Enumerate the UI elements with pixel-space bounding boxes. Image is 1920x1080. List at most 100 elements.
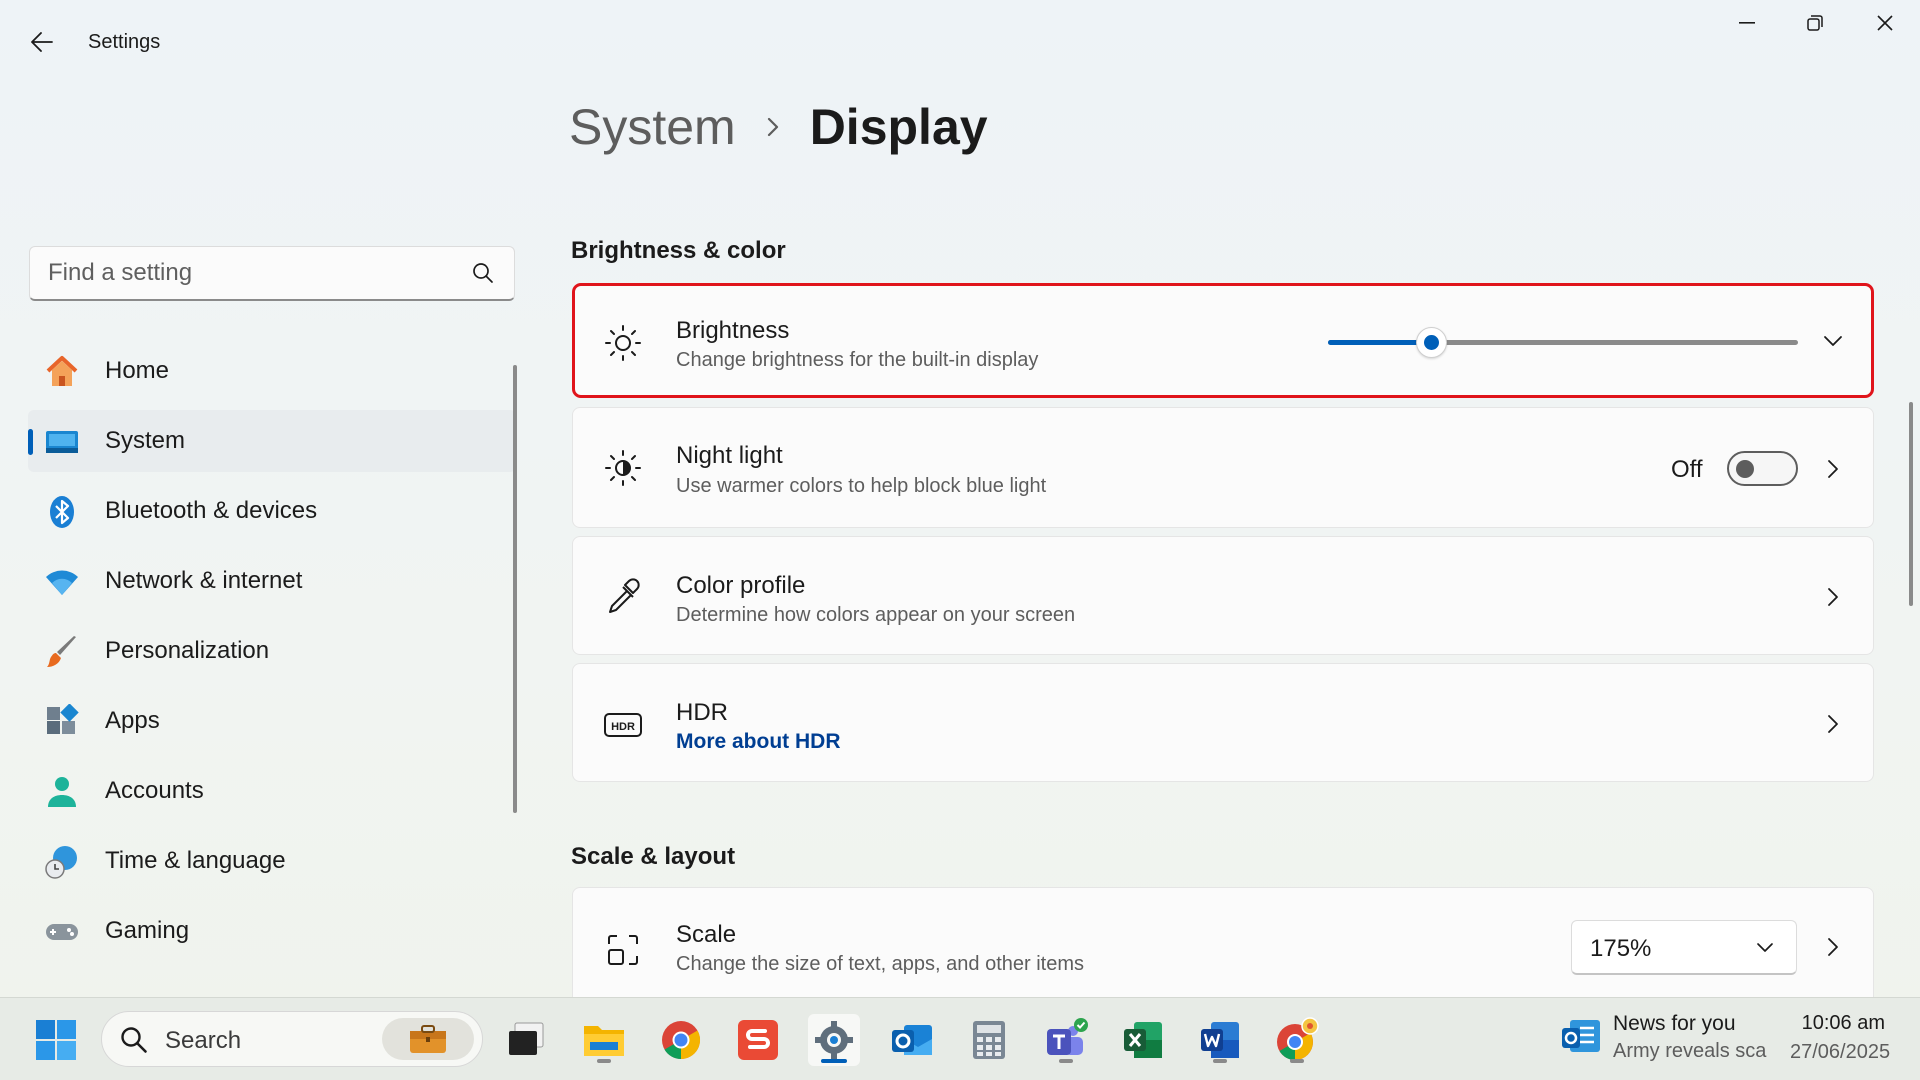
excel-button[interactable] <box>1117 1014 1169 1066</box>
file-explorer-button[interactable] <box>578 1014 630 1066</box>
minimize-button[interactable] <box>1724 10 1770 36</box>
sidebar-item-label: Personalization <box>105 637 270 664</box>
wps-button[interactable] <box>732 1014 784 1066</box>
night-light-icon <box>605 450 641 486</box>
settings-button[interactable] <box>808 1014 860 1066</box>
svg-text:HDR: HDR <box>611 721 635 733</box>
bluetooth-icon <box>50 496 74 528</box>
outlook-icon <box>892 1025 932 1055</box>
scale-dropdown[interactable]: 175% <box>1571 920 1797 975</box>
controller-icon <box>46 924 78 940</box>
news-icon <box>1562 1020 1600 1052</box>
sidebar-item-label: Gaming <box>105 917 190 944</box>
sidebar-item-accounts[interactable]: Accounts <box>28 760 516 822</box>
minimize-icon <box>1739 22 1755 24</box>
clock-date: 27/06/2025 <box>1790 1041 1891 1063</box>
color-profile-subtitle: Determine how colors appear on your scre… <box>676 604 1076 626</box>
section-heading-scale-layout: Scale & layout <box>571 843 736 870</box>
sidebar-nav: Home System Bluetooth & devices Network … <box>28 340 516 970</box>
scale-card[interactable]: Scale Change the size of text, apps, and… <box>572 887 1874 1007</box>
sidebar-item-label: System <box>105 427 186 454</box>
hdr-card[interactable]: HDR HDR More about HDR <box>572 663 1874 782</box>
more-about-hdr-link[interactable]: More about HDR <box>676 730 841 754</box>
chevron-right-icon[interactable] <box>1823 459 1843 479</box>
brightness-slider-thumb[interactable] <box>1416 327 1448 358</box>
back-arrow-icon <box>31 32 53 52</box>
sidebar-scrollbar[interactable] <box>513 365 517 813</box>
night-light-subtitle: Use warmer colors to help block blue lig… <box>676 475 1047 497</box>
night-light-card[interactable]: Night light Use warmer colors to help bl… <box>572 407 1874 528</box>
outlook-button[interactable] <box>886 1014 938 1066</box>
brightness-slider[interactable] <box>1328 327 1798 358</box>
taskbar: Search News for you Army reveals sca 10:… <box>0 997 1920 1080</box>
clock[interactable]: 10:06 am 27/06/2025 <box>1790 1012 1891 1064</box>
brightness-subtitle: Change brightness for the built-in displ… <box>676 349 1039 371</box>
restore-button[interactable] <box>1792 10 1838 36</box>
hdr-title: HDR <box>676 699 728 726</box>
sidebar-item-label: Network & internet <box>105 567 303 594</box>
app-title: Settings <box>88 31 161 53</box>
breadcrumb: System Display <box>569 98 988 156</box>
chevron-right-icon <box>766 116 780 138</box>
scale-subtitle: Change the size of text, apps, and other… <box>676 953 1085 975</box>
breadcrumb-parent[interactable]: System <box>569 98 736 156</box>
search-icon <box>121 1027 147 1053</box>
teams-icon <box>1047 1018 1088 1055</box>
globe-clock-icon <box>45 846 77 879</box>
close-icon <box>1877 15 1893 31</box>
sidebar-item-home[interactable]: Home <box>28 340 516 402</box>
sidebar-item-apps[interactable]: Apps <box>28 690 516 752</box>
teams-button[interactable] <box>1040 1014 1092 1066</box>
brush-icon <box>47 636 76 667</box>
chrome-profile-button[interactable] <box>1271 1014 1323 1066</box>
back-button[interactable] <box>24 24 60 60</box>
night-light-toggle[interactable] <box>1727 451 1798 486</box>
start-button[interactable] <box>30 1014 82 1066</box>
sidebar-item-label: Time & language <box>105 847 286 874</box>
windows-logo-icon <box>36 1020 76 1060</box>
chevron-right-icon[interactable] <box>1823 587 1843 607</box>
chrome-button[interactable] <box>655 1014 707 1066</box>
chrome-profile-icon <box>1277 1017 1319 1060</box>
person-icon <box>48 777 76 807</box>
sidebar-item-label: Apps <box>105 707 160 734</box>
eyedropper-icon <box>609 578 640 613</box>
chevron-down-icon[interactable] <box>1823 331 1843 351</box>
night-light-title: Night light <box>676 442 783 469</box>
system-icon <box>46 431 78 453</box>
sidebar-item-bluetooth[interactable]: Bluetooth & devices <box>28 480 516 542</box>
sidebar-item-system[interactable]: System <box>28 410 516 472</box>
main-scrollbar[interactable] <box>1909 402 1913 606</box>
sidebar-item-label: Home <box>105 357 170 384</box>
task-view-button[interactable] <box>500 1014 552 1066</box>
chevron-right-icon[interactable] <box>1823 714 1843 734</box>
search-icon[interactable] <box>472 262 494 284</box>
color-profile-card[interactable]: Color profile Determine how colors appea… <box>572 536 1874 655</box>
page-title: Display <box>809 99 988 155</box>
find-setting-input[interactable] <box>30 247 460 299</box>
word-icon <box>1201 1022 1239 1058</box>
find-setting-box[interactable] <box>29 246 515 301</box>
chevron-down-icon <box>1757 943 1773 952</box>
task-view-icon <box>509 1022 544 1055</box>
chevron-right-icon[interactable] <box>1823 937 1843 957</box>
sidebar-item-label: Accounts <box>105 777 204 804</box>
sidebar-item-personalization[interactable]: Personalization <box>28 620 516 682</box>
settings-icon <box>815 1021 853 1059</box>
news-title: News for you <box>1613 1012 1736 1035</box>
sidebar-item-time-language[interactable]: Time & language <box>28 830 516 892</box>
taskbar-search[interactable]: Search <box>101 1011 483 1067</box>
night-light-state: Off <box>1671 456 1703 483</box>
wifi-icon <box>46 570 78 595</box>
apps-icon <box>47 704 79 734</box>
home-icon <box>46 356 78 386</box>
word-button[interactable] <box>1194 1014 1246 1066</box>
sidebar-item-gaming[interactable]: Gaming <box>28 900 516 962</box>
sidebar-item-network[interactable]: Network & internet <box>28 550 516 612</box>
close-button[interactable] <box>1862 10 1908 36</box>
calculator-button[interactable] <box>963 1014 1015 1066</box>
excel-icon <box>1124 1022 1162 1058</box>
hdr-icon: HDR <box>604 713 642 737</box>
sidebar-item-label: Bluetooth & devices <box>105 497 318 524</box>
section-heading-brightness-color: Brightness & color <box>571 237 786 264</box>
